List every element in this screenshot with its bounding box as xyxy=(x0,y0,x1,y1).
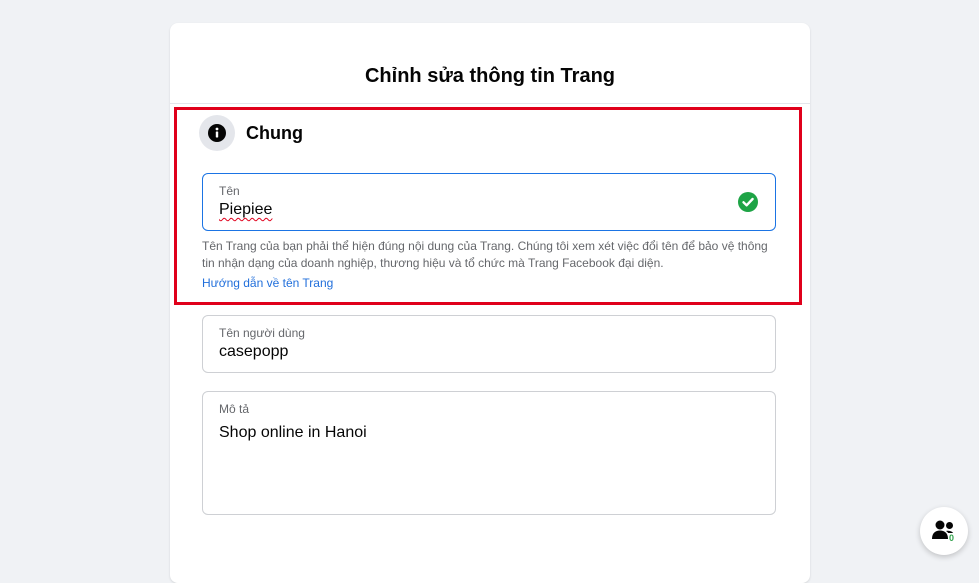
page-name-value[interactable]: Piepiee xyxy=(219,201,272,219)
page-name-label: Tên xyxy=(219,184,240,198)
page-name-guidelines-link[interactable]: Hướng dẫn về tên Trang xyxy=(202,276,333,290)
contacts-button[interactable]: 0 xyxy=(920,507,968,555)
dialog-title: Chỉnh sửa thông tin Trang xyxy=(364,65,616,87)
info-icon xyxy=(199,115,235,151)
section-heading: Chung xyxy=(246,123,303,143)
username-label: Tên người dùng xyxy=(219,326,305,340)
username-value[interactable]: casepopp xyxy=(219,343,288,361)
check-circle-icon xyxy=(738,192,758,212)
page-name-help-text: Tên Trang của bạn phải thể hiện đúng nội… xyxy=(202,239,768,270)
description-label: Mô tả xyxy=(219,402,250,416)
contacts-count-badge: 0 xyxy=(948,533,956,543)
title-divider xyxy=(170,103,810,104)
description-value[interactable]: Shop online in Hanoi xyxy=(219,424,367,442)
username-field[interactable]: Tên người dùng casepopp xyxy=(202,315,776,373)
page-name-field[interactable]: Tên Piepiee xyxy=(202,173,776,231)
edit-page-info-dialog: Chỉnh sửa thông tin Trang Chung Tên Piep… xyxy=(170,23,810,583)
description-field[interactable]: Mô tả Shop online in Hanoi xyxy=(202,391,776,515)
